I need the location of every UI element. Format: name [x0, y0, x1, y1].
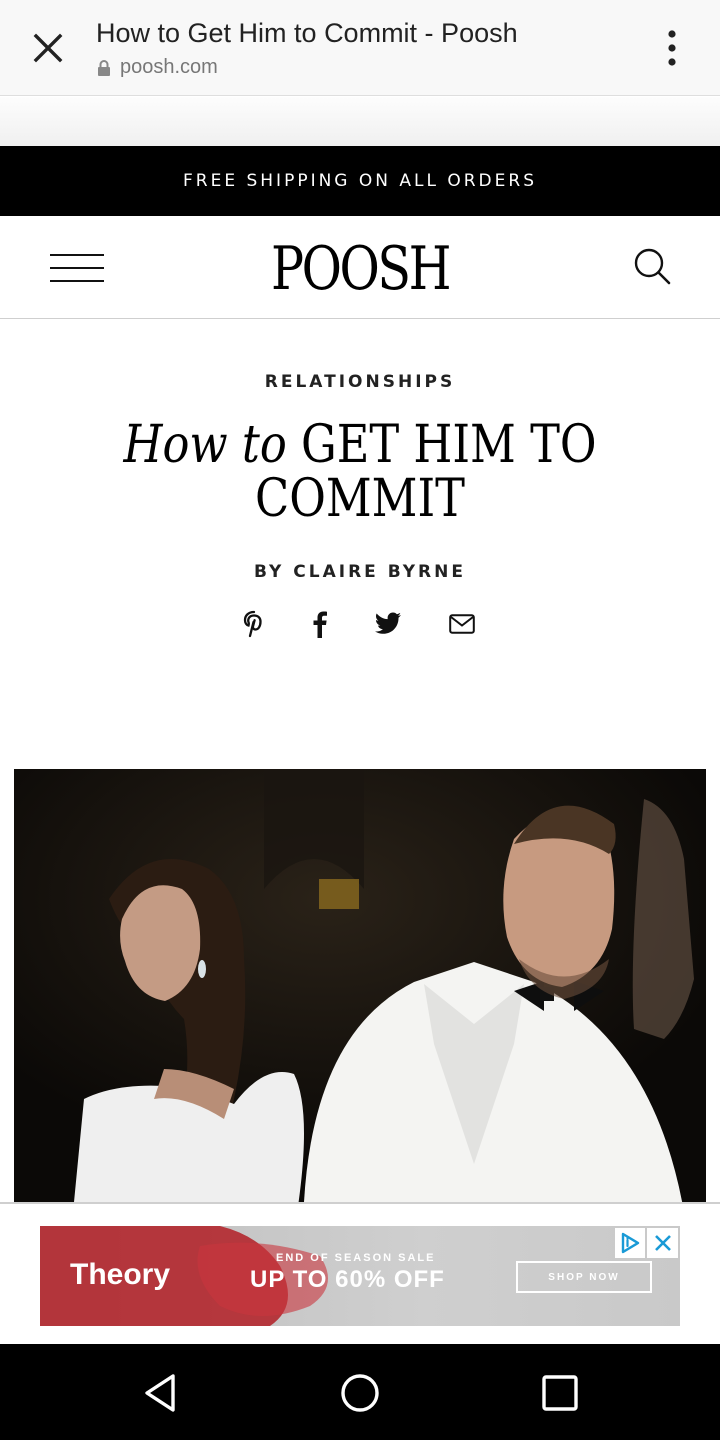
- back-icon[interactable]: [135, 1368, 185, 1418]
- browser-toolbar: How to Get Him to Commit - Poosh poosh.c…: [0, 0, 720, 96]
- system-nav-bar: [0, 1344, 720, 1440]
- search-icon[interactable]: [632, 246, 672, 286]
- ad-banner[interactable]: Theory END OF SEASON SALE UP TO 60% OFF …: [40, 1226, 680, 1326]
- announcement-bar: FREE SHIPPING ON ALL ORDERS: [0, 146, 720, 216]
- url-text: poosh.com: [120, 56, 218, 78]
- facebook-icon[interactable]: [302, 606, 338, 642]
- pinterest-icon[interactable]: [236, 606, 272, 642]
- url-row: poosh.com: [96, 56, 218, 79]
- page-title: How to Get Him to Commit - Poosh: [96, 18, 518, 48]
- toolbar-shadow: [0, 97, 720, 146]
- site-logo[interactable]: POOSH: [65, 234, 655, 304]
- ad-brand: Theory: [70, 1258, 171, 1291]
- hero-image: [14, 769, 706, 1202]
- lock-icon: [98, 59, 110, 76]
- recents-icon[interactable]: [535, 1368, 585, 1418]
- ad-close-icon[interactable]: [647, 1228, 678, 1258]
- more-menu-icon[interactable]: [656, 28, 688, 68]
- article-byline[interactable]: BY CLAIRE BYRNE: [0, 562, 720, 582]
- adchoices-icon[interactable]: [615, 1228, 645, 1258]
- ad-container: Theory END OF SEASON SALE UP TO 60% OFF …: [0, 1202, 720, 1344]
- headline-italic: How to: [123, 415, 287, 475]
- email-icon[interactable]: [444, 606, 480, 642]
- twitter-icon[interactable]: [370, 606, 406, 642]
- article-category[interactable]: RELATIONSHIPS: [0, 372, 720, 392]
- article-headline: How to GET HIM TO COMMIT: [102, 418, 618, 526]
- share-bar: [230, 606, 490, 642]
- ad-sale-label: END OF SEASON SALE: [276, 1252, 436, 1264]
- home-icon[interactable]: [335, 1368, 385, 1418]
- close-icon[interactable]: [28, 28, 68, 68]
- ad-offer: UP TO 60% OFF: [250, 1266, 445, 1293]
- site-header: POOSH: [0, 216, 720, 319]
- ad-cta-button[interactable]: SHOP NOW: [516, 1261, 652, 1293]
- announcement-text: FREE SHIPPING ON ALL ORDERS: [183, 171, 537, 191]
- headline-rest: GET HIM TO COMMIT: [255, 415, 597, 529]
